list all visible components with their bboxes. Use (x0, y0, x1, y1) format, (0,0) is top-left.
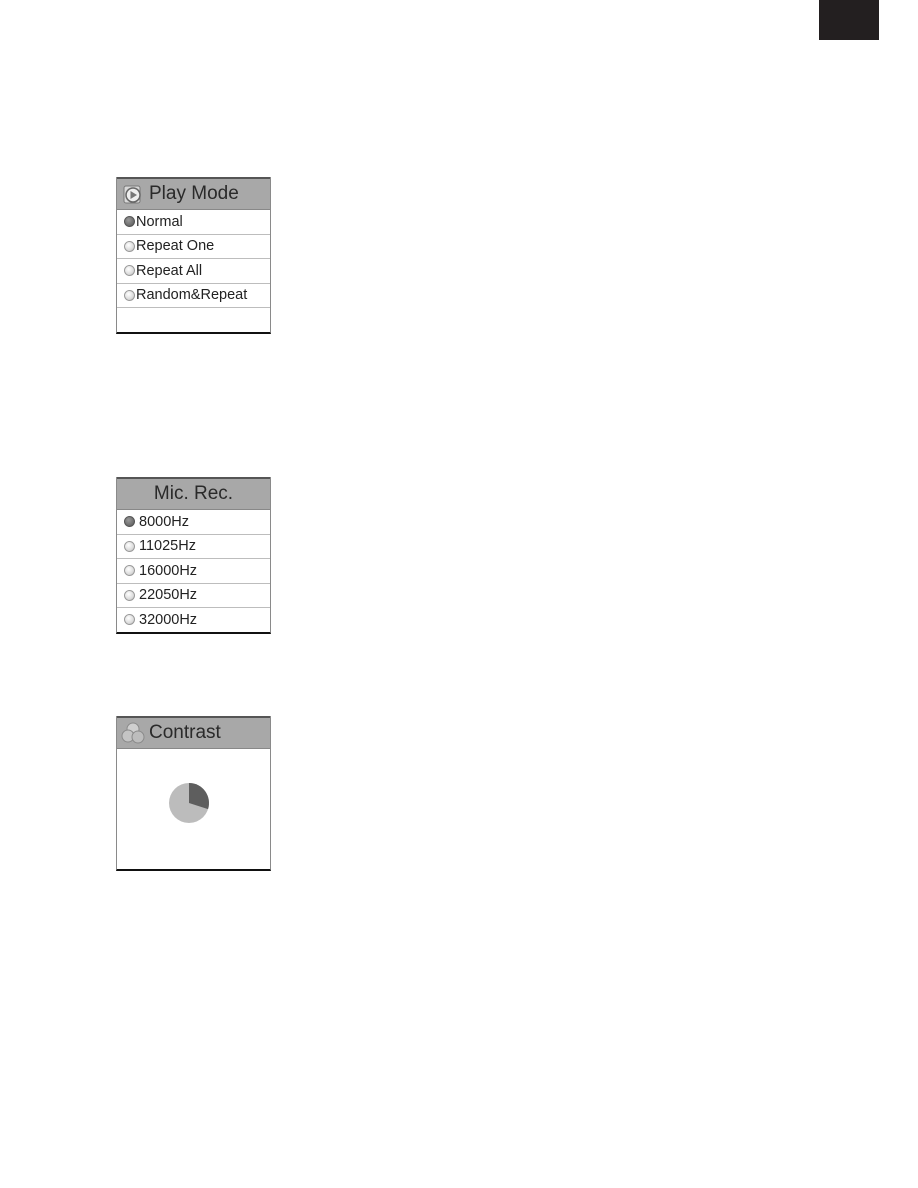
play-mode-empty-row (117, 308, 270, 332)
option-label: 22050Hz (139, 587, 198, 604)
mic-rec-option-22050[interactable]: 22050Hz (117, 584, 270, 608)
play-mode-option-repeat-all[interactable]: Repeat All (117, 259, 270, 284)
radio-unselected-icon[interactable] (124, 589, 135, 601)
mic-rec-panel: Mic. Rec. 8000Hz 11025Hz 16000Hz 22050Hz… (116, 477, 271, 634)
radio-unselected-icon[interactable] (124, 240, 135, 252)
contrast-level-indicator[interactable] (117, 749, 270, 869)
radio-selected-icon[interactable] (124, 216, 135, 228)
option-label: Normal (136, 213, 183, 230)
contrast-body (117, 749, 270, 869)
play-mode-header: Play Mode (117, 177, 270, 210)
option-label: 32000Hz (139, 611, 198, 628)
mic-rec-option-11025[interactable]: 11025Hz (117, 535, 270, 559)
play-mode-options: Normal Repeat One Repeat All Random&Repe… (117, 210, 270, 332)
option-label: Repeat All (136, 262, 203, 279)
radio-unselected-icon[interactable] (124, 565, 135, 577)
radio-unselected-icon[interactable] (124, 614, 135, 626)
play-mode-option-repeat-one[interactable]: Repeat One (117, 235, 270, 259)
play-mode-panel: Play Mode Normal Repeat One Repeat All R… (116, 177, 271, 334)
play-mode-option-random-repeat[interactable]: Random&Repeat (117, 284, 270, 308)
play-icon (121, 182, 145, 206)
mic-rec-options: 8000Hz 11025Hz 16000Hz 22050Hz 32000Hz (117, 510, 270, 632)
contrast-header: Contrast (117, 716, 270, 749)
option-label: 8000Hz (139, 513, 189, 530)
mic-rec-option-32000[interactable]: 32000Hz (117, 608, 270, 632)
mic-rec-title: Mic. Rec. (153, 483, 234, 504)
radio-unselected-icon[interactable] (124, 265, 135, 277)
contrast-panel: Contrast (116, 716, 271, 871)
radio-unselected-icon[interactable] (124, 540, 135, 552)
page-corner-tab (819, 0, 879, 40)
option-label: Repeat One (136, 238, 215, 255)
mic-rec-header: Mic. Rec. (117, 477, 270, 510)
contrast-title: Contrast (149, 722, 221, 743)
option-label: 11025Hz (139, 538, 196, 555)
option-label: Random&Repeat (136, 287, 248, 304)
radio-selected-icon[interactable] (124, 516, 135, 528)
radio-unselected-icon[interactable] (124, 289, 135, 301)
mic-rec-option-8000[interactable]: 8000Hz (117, 510, 270, 535)
play-mode-option-normal[interactable]: Normal (117, 210, 270, 235)
cubes-icon (121, 721, 145, 745)
mic-rec-option-16000[interactable]: 16000Hz (117, 559, 270, 584)
option-label: 16000Hz (139, 562, 198, 579)
play-mode-title: Play Mode (149, 183, 239, 204)
